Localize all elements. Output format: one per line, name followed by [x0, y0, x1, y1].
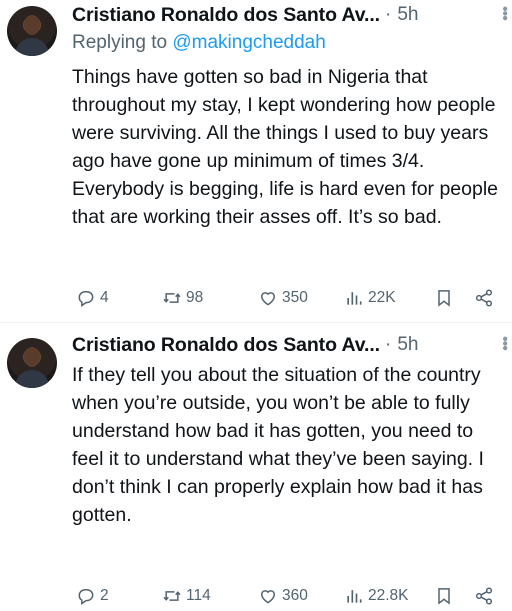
retweet-count: 114 — [186, 587, 211, 604]
retweet-count: 98 — [186, 289, 204, 306]
avatar-face — [24, 15, 40, 35]
replying-to: Replying to @makingcheddah — [72, 32, 326, 54]
reply-button[interactable]: 4 — [76, 285, 109, 311]
share-icon — [475, 587, 493, 605]
divider — [0, 322, 512, 323]
like-button[interactable]: 350 — [258, 285, 308, 311]
retweet-button[interactable]: 114 — [162, 583, 211, 609]
avatar[interactable] — [7, 338, 57, 388]
author-name[interactable]: Cristiano Ronaldo dos Santo Av... — [72, 4, 380, 27]
tweet-header: Cristiano Ronaldo dos Santo Av... · 5h — [72, 2, 504, 28]
avatar-shirt — [15, 38, 49, 56]
like-count: 360 — [282, 587, 308, 604]
retweet-icon — [163, 293, 181, 303]
reply-icon — [78, 589, 94, 605]
reply-count: 4 — [100, 289, 109, 306]
views-count: 22K — [368, 289, 396, 306]
action-bar: 4 98 350 22K — [72, 285, 502, 311]
avatar[interactable] — [7, 6, 57, 56]
author-name[interactable]: Cristiano Ronaldo dos Santo Av... — [72, 334, 380, 357]
bookmark-button[interactable] — [434, 583, 454, 609]
separator-dot: · — [385, 334, 392, 355]
share-button[interactable] — [474, 285, 494, 311]
heart-icon — [260, 590, 276, 604]
separator-dot: · — [385, 4, 392, 25]
like-button[interactable]: 360 — [258, 583, 308, 609]
replying-prefix: Replying to — [72, 32, 168, 53]
retweet-button[interactable]: 98 — [162, 285, 203, 311]
heart-icon — [260, 292, 276, 306]
bookmark-icon — [438, 588, 450, 605]
avatar-shirt — [15, 370, 49, 388]
views-button[interactable]: 22K — [344, 285, 396, 311]
retweet-icon — [163, 591, 181, 601]
share-icon — [475, 289, 493, 307]
replying-handle-link[interactable]: @makingcheddah — [172, 32, 325, 53]
like-count: 350 — [282, 289, 308, 306]
more-icon[interactable]: ••• — [496, 336, 512, 350]
more-icon[interactable]: ••• — [496, 6, 512, 20]
tweet-header: Cristiano Ronaldo dos Santo Av... · 5h — [72, 332, 504, 358]
tweet-text: If they tell you about the situation of … — [72, 364, 484, 526]
tweet-2[interactable]: Cristiano Ronaldo dos Santo Av... · 5h •… — [0, 330, 512, 611]
timestamp[interactable]: 5h — [397, 4, 418, 26]
action-bar: 2 114 360 22.8K — [72, 583, 502, 609]
views-button[interactable]: 22.8K — [344, 583, 409, 609]
views-count: 22.8K — [368, 587, 409, 604]
timestamp[interactable]: 5h — [397, 334, 418, 356]
tweet-text: Things have gotten so bad in Nigeria tha… — [72, 66, 499, 228]
avatar-face — [24, 347, 40, 367]
bookmark-button[interactable] — [434, 285, 454, 311]
views-icon — [347, 590, 362, 603]
reply-icon — [78, 291, 94, 307]
views-icon — [347, 292, 362, 305]
reply-button[interactable]: 2 — [76, 583, 109, 609]
tweet-1[interactable]: Cristiano Ronaldo dos Santo Av... · 5h •… — [0, 0, 512, 320]
bookmark-icon — [438, 290, 450, 307]
reply-count: 2 — [100, 587, 109, 604]
share-button[interactable] — [474, 583, 494, 609]
